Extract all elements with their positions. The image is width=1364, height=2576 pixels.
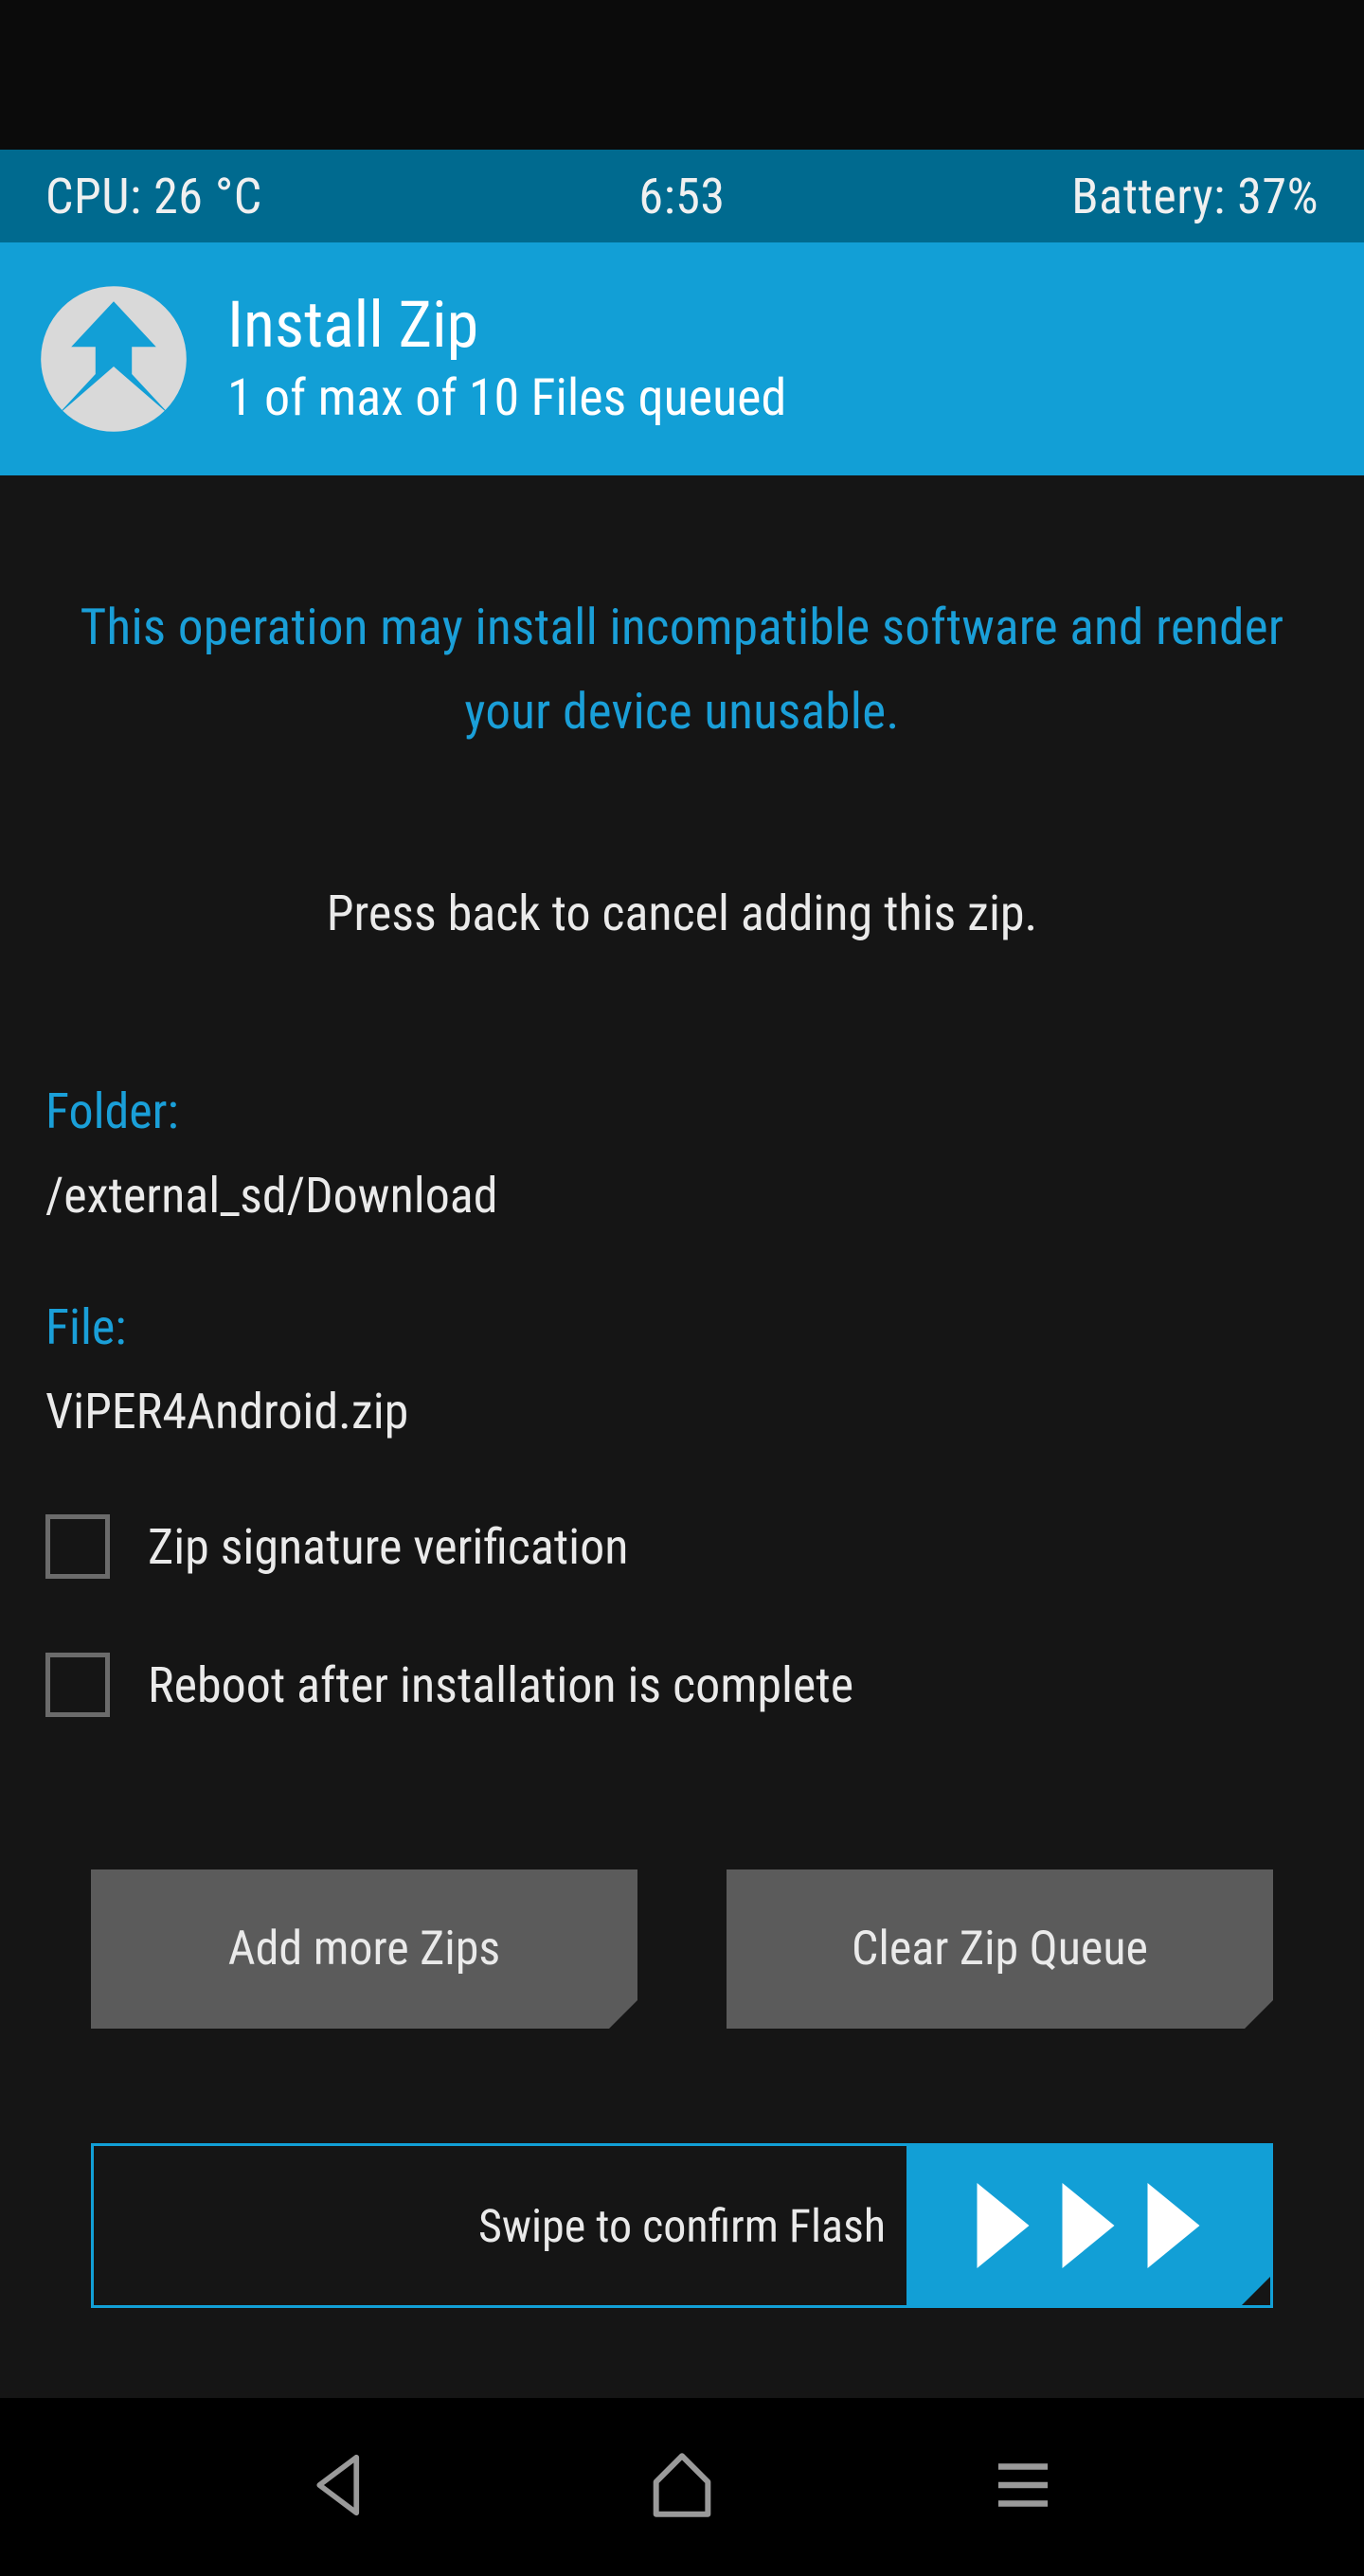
swipe-handle[interactable] — [906, 2146, 1270, 2305]
checkbox-icon — [45, 1653, 110, 1717]
file-value: ViPER4Android.zip — [45, 1383, 1319, 1440]
file-section: File: ViPER4Android.zip — [45, 1298, 1319, 1440]
cpu-temp-label: CPU: 26 °C — [45, 168, 262, 225]
status-bar: CPU: 26 °C 6:53 Battery: 37% — [0, 150, 1364, 242]
chevron-right-icon — [965, 2178, 1041, 2273]
swipe-label: Swipe to confirm Flash — [478, 2199, 886, 2253]
home-button[interactable] — [637, 2442, 727, 2532]
swipe-track: Swipe to confirm Flash — [91, 2143, 1273, 2308]
button-row: Add more Zips Clear Zip Queue — [91, 1869, 1273, 2029]
checkbox-icon — [45, 1514, 110, 1579]
twrp-logo-icon — [38, 283, 189, 435]
menu-icon — [986, 2448, 1060, 2526]
page-title: Install Zip — [227, 290, 786, 361]
warning-text: This operation may install incompatible … — [45, 475, 1319, 754]
home-icon — [643, 2446, 721, 2528]
chevron-right-icon — [1050, 2178, 1126, 2273]
chevron-right-icon — [1136, 2178, 1211, 2273]
title-bar: Install Zip 1 of max of 10 Files queued — [0, 242, 1364, 475]
folder-label: Folder: — [45, 1082, 1319, 1140]
device-frame: CPU: 26 °C 6:53 Battery: 37% Install Zip… — [0, 0, 1364, 2576]
back-button[interactable] — [296, 2442, 386, 2532]
zip-signature-checkbox-row[interactable]: Zip signature verification — [45, 1514, 1319, 1579]
file-label: File: — [45, 1298, 1319, 1356]
reboot-after-checkbox-row[interactable]: Reboot after installation is complete — [45, 1653, 1319, 1717]
clear-zip-queue-label: Clear Zip Queue — [852, 1922, 1148, 1977]
add-more-zips-label: Add more Zips — [228, 1922, 500, 1977]
add-more-zips-button[interactable]: Add more Zips — [91, 1869, 637, 2029]
zip-signature-label: Zip signature verification — [148, 1518, 628, 1576]
reboot-after-label: Reboot after installation is complete — [148, 1656, 853, 1714]
back-icon — [304, 2448, 378, 2526]
main-content: This operation may install incompatible … — [0, 475, 1364, 2398]
menu-button[interactable] — [978, 2442, 1068, 2532]
instruction-text: Press back to cancel adding this zip. — [45, 885, 1319, 942]
battery-label: Battery: 37% — [1071, 168, 1319, 225]
page-subtitle: 1 of max of 10 Files queued — [227, 368, 786, 428]
swipe-to-confirm[interactable]: Swipe to confirm Flash — [91, 2143, 1273, 2308]
top-black-spacer — [0, 0, 1364, 150]
folder-section: Folder: /external_sd/Download — [45, 1082, 1319, 1225]
folder-value: /external_sd/Download — [45, 1167, 1319, 1225]
clear-zip-queue-button[interactable]: Clear Zip Queue — [727, 1869, 1273, 2029]
navigation-bar — [0, 2398, 1364, 2576]
